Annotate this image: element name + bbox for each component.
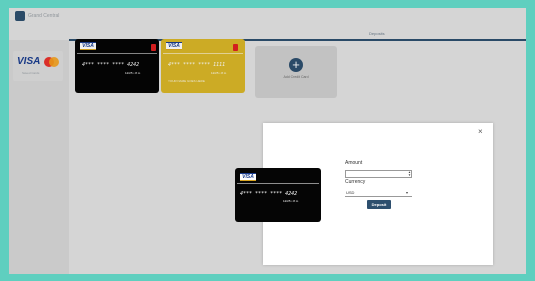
chevron-down-icon: ▾ (406, 190, 409, 195)
amount-input[interactable] (345, 170, 412, 178)
currency-label: Currency (345, 179, 366, 185)
amount-label: Amount (345, 160, 363, 166)
currency-select[interactable]: USD (345, 189, 412, 197)
selected-card-preview: VISA 4*** **** **** 4242 12/25 • 8 m (235, 168, 321, 222)
amount-stepper-icon[interactable]: ▲ ▼ (408, 171, 411, 177)
card-expiry: 12/25 • 8 m (283, 199, 299, 203)
card-number: 4*** **** **** 4242 (240, 191, 298, 197)
close-icon[interactable]: × (478, 128, 483, 136)
card-divider (237, 183, 319, 184)
visa-logo-icon: VISA (240, 173, 256, 181)
app-window: Grand Central Deposits VISA Saved Cards … (9, 8, 526, 274)
deposit-button[interactable]: Deposit (367, 200, 391, 209)
